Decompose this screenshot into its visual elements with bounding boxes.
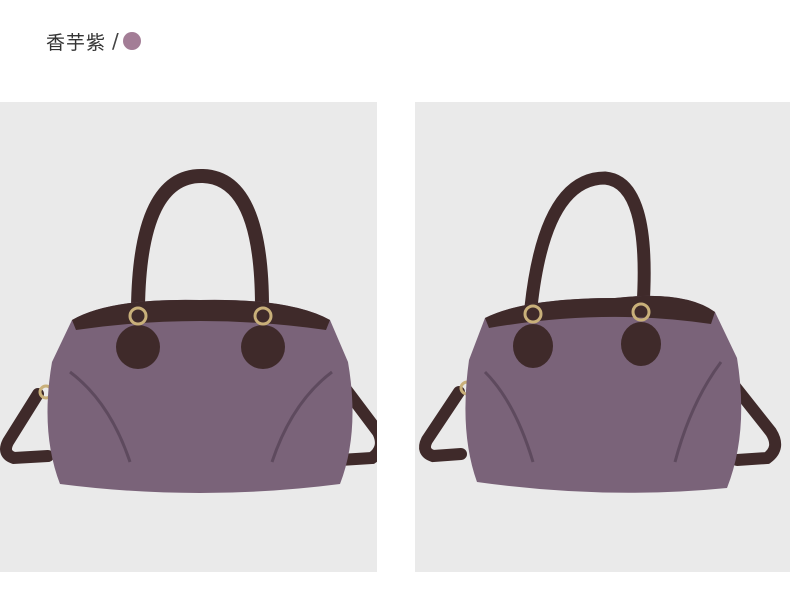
product-photo-angled <box>415 102 790 572</box>
color-header: 香芋紫 / <box>46 26 141 56</box>
color-swatch <box>122 32 141 50</box>
handbag-front-illustration <box>0 168 377 493</box>
product-photo-front <box>0 102 377 572</box>
separator: / <box>112 29 119 53</box>
handbag-angled-illustration <box>419 171 782 493</box>
color-name-label: 香芋紫 <box>46 31 107 54</box>
